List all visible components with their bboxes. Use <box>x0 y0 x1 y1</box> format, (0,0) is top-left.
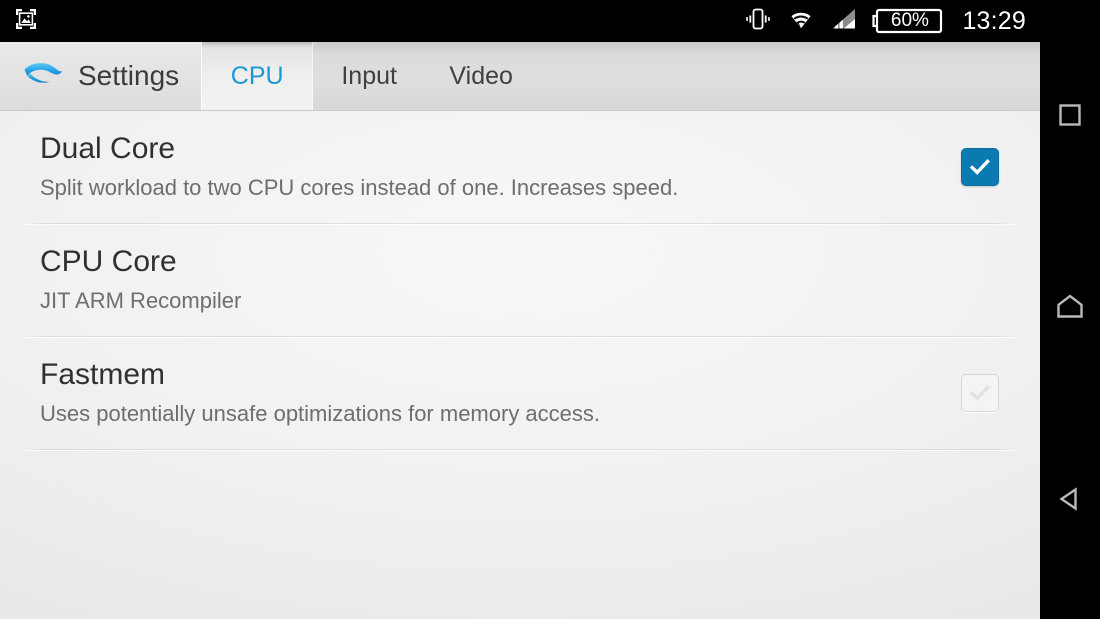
setting-subtitle: Uses potentially unsafe optimizations fo… <box>40 400 601 426</box>
setting-title: Fastmem <box>40 357 166 391</box>
tab-cpu-label: CPU <box>230 61 284 90</box>
status-bar-system-icons: 60% 13:29 <box>744 6 1026 37</box>
checkbox-fastmem[interactable] <box>961 374 999 412</box>
check-icon <box>969 384 991 401</box>
screenshot-icon <box>14 7 38 36</box>
app-tab-bar: Settings CPU Input Video <box>0 42 1040 111</box>
setting-title: CPU Core <box>40 244 177 278</box>
setting-row-fastmem[interactable]: Fastmem Uses potentially unsafe optimiza… <box>0 337 1040 449</box>
nav-back-button[interactable] <box>1040 484 1100 519</box>
setting-title: Dual Core <box>40 131 176 165</box>
battery-level-label: 60% <box>890 10 929 31</box>
setting-control <box>948 374 1012 412</box>
status-bar-clock: 13:29 <box>962 6 1026 35</box>
settings-list: Dual Core Split workload to two CPU core… <box>0 111 1040 619</box>
setting-row-dual-core[interactable]: Dual Core Split workload to two CPU core… <box>0 111 1040 223</box>
signal-icon <box>830 6 858 37</box>
recents-icon <box>1055 100 1085 135</box>
vibrate-icon <box>744 6 772 37</box>
battery-icon: 60% <box>872 6 944 36</box>
nav-home-button[interactable] <box>1040 292 1100 327</box>
setting-subtitle: JIT ARM Recompiler <box>40 287 242 313</box>
tab-video[interactable]: Video <box>425 42 538 110</box>
setting-subtitle: Split workload to two CPU cores instead … <box>40 174 679 200</box>
setting-row-cpu-core[interactable]: CPU Core JIT ARM Recompiler <box>0 224 1040 336</box>
status-bar-notifications <box>14 7 38 36</box>
back-icon <box>1055 484 1085 519</box>
wifi-icon <box>786 6 816 37</box>
tab-input-label: Input <box>341 61 397 90</box>
dolphin-logo <box>20 57 66 96</box>
checkbox-dual-core[interactable] <box>961 148 999 186</box>
tab-video-label: Video <box>449 61 513 90</box>
android-screen: 60% 13:29 Settings CPU Input Video Dual … <box>0 0 1100 619</box>
system-navigation-bar <box>1040 0 1100 619</box>
app-title: Settings <box>78 60 180 91</box>
home-icon <box>1054 292 1086 327</box>
check-icon <box>969 158 991 175</box>
tab-cpu[interactable]: CPU <box>201 42 314 110</box>
app-title-block: Settings <box>0 42 202 110</box>
tab-input[interactable]: Input <box>313 42 426 110</box>
list-divider <box>25 449 1015 450</box>
setting-text-block: Fastmem Uses potentially unsafe optimiza… <box>40 358 948 428</box>
nav-recents-button[interactable] <box>1040 100 1100 135</box>
tab-bar-filler <box>537 42 1040 110</box>
setting-text-block: Dual Core Split workload to two CPU core… <box>40 132 948 202</box>
status-bar: 60% 13:29 <box>0 0 1040 42</box>
setting-control <box>948 148 1012 186</box>
setting-text-block: CPU Core JIT ARM Recompiler <box>40 245 948 315</box>
